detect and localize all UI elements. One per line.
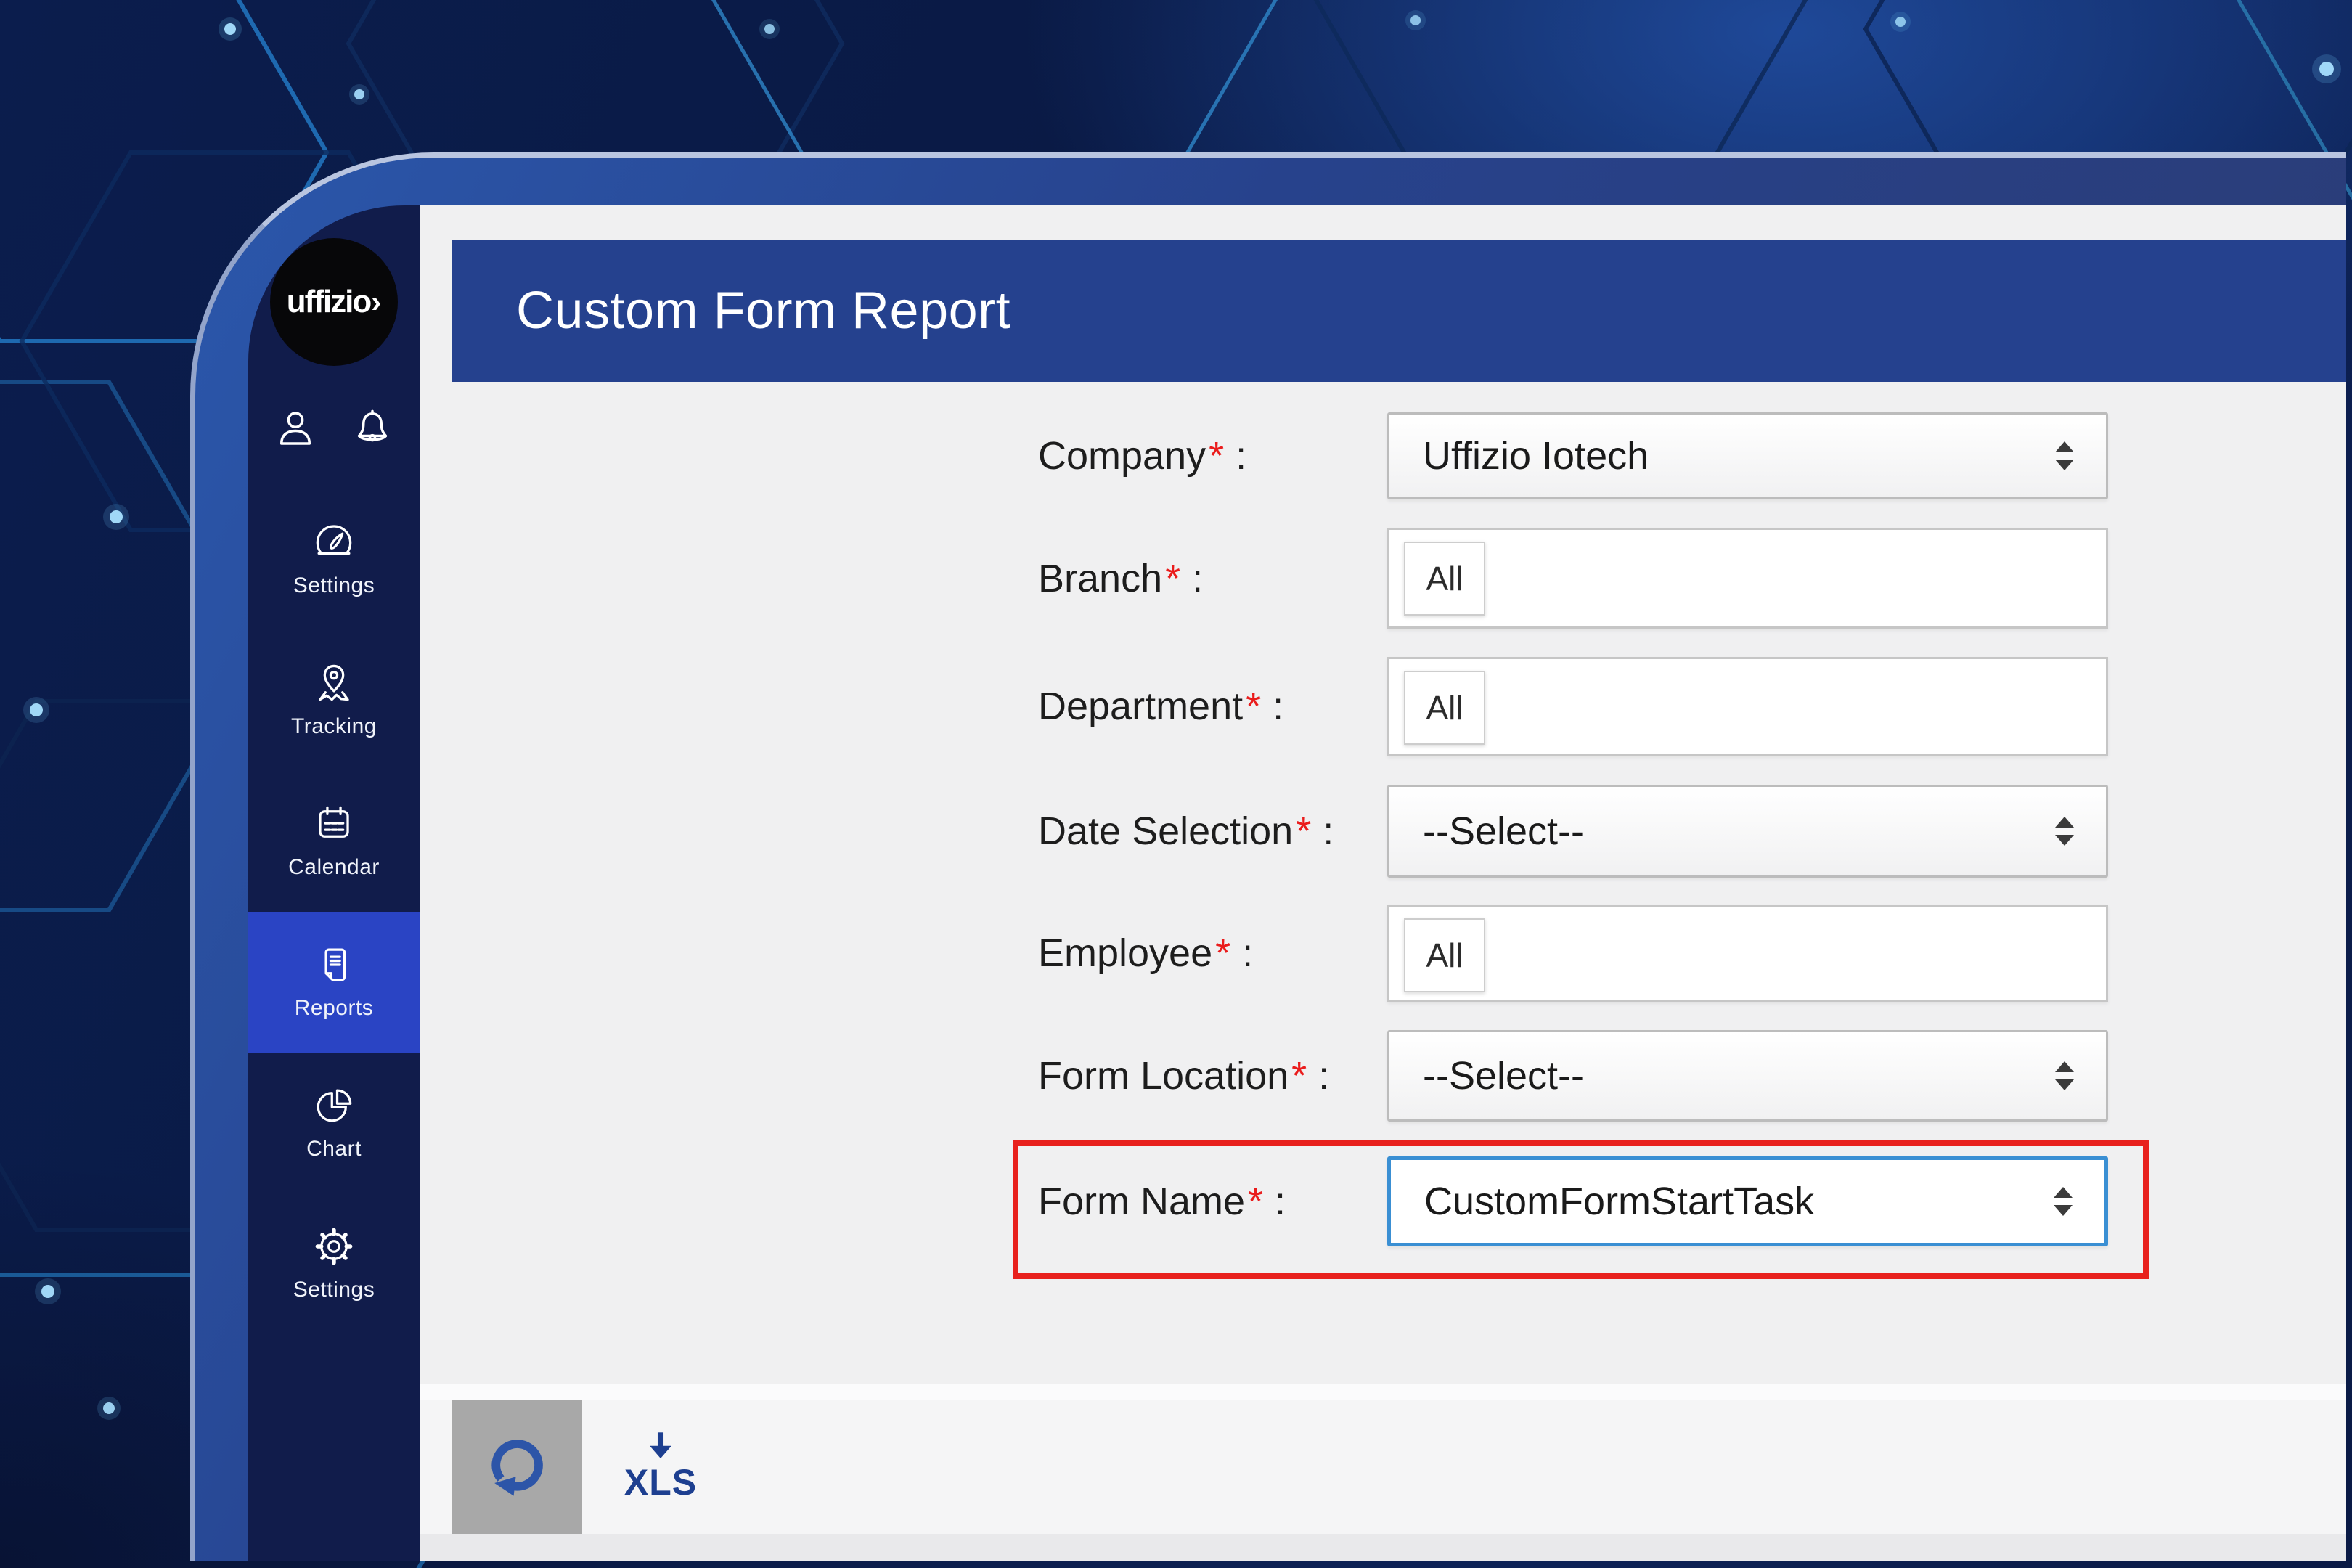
- employee-multiselect[interactable]: All: [1387, 905, 2108, 1002]
- required-asterisk: *: [1248, 1180, 1264, 1223]
- label-colon: :: [1275, 1180, 1286, 1223]
- xls-label: XLS: [624, 1461, 698, 1503]
- field-label: Form Location *:: [1038, 1030, 1329, 1122]
- bell-icon[interactable]: [352, 408, 393, 449]
- app-window: uffizio › Settings Tracking Calendar Rep…: [190, 152, 2346, 1561]
- toolbar-separator: [420, 1384, 2346, 1400]
- label-text: Branch: [1038, 556, 1163, 600]
- sidebar-item-tracking[interactable]: Tracking: [248, 630, 420, 771]
- form-row-branch: Branch *: All: [1038, 528, 2346, 629]
- form-row-employee: Employee *: All: [1038, 905, 2346, 1002]
- required-asterisk: *: [1246, 685, 1262, 728]
- select-spinner-icon: [2055, 817, 2074, 846]
- report-icon: [313, 944, 355, 986]
- label-colon: :: [1323, 809, 1334, 853]
- company-select[interactable]: Uffizio Iotech: [1387, 412, 2108, 499]
- sidebar-item-label: Tracking: [291, 714, 377, 738]
- field-label: Company *:: [1038, 412, 1246, 499]
- label-colon: :: [1192, 556, 1204, 600]
- download-icon: [650, 1432, 671, 1458]
- label-colon: :: [1242, 931, 1254, 975]
- required-asterisk: *: [1209, 434, 1225, 478]
- sidebar-top-icons: [275, 408, 393, 449]
- refresh-icon: [491, 1439, 543, 1496]
- sidebar-item-label: Calendar: [288, 855, 380, 879]
- form-location-select[interactable]: --Select--: [1387, 1030, 2108, 1122]
- selected-chip[interactable]: All: [1404, 542, 1485, 616]
- uffizio-logo: uffizio ›: [270, 238, 398, 366]
- field-label: Branch *:: [1038, 528, 1203, 629]
- sidebar: uffizio › Settings Tracking Calendar Rep…: [248, 205, 420, 1561]
- select-spinner-icon: [2055, 441, 2074, 470]
- gauge-icon: [313, 521, 355, 563]
- select-value: --Select--: [1423, 809, 1585, 853]
- required-asterisk: *: [1215, 931, 1231, 975]
- select-value: CustomFormStartTask: [1424, 1180, 1815, 1223]
- logo-text: uffizio: [286, 284, 372, 319]
- page-header: Custom Form Report: [452, 240, 2346, 382]
- required-asterisk: *: [1296, 809, 1312, 853]
- select-value: --Select--: [1423, 1054, 1585, 1098]
- select-spinner-icon: [2054, 1187, 2073, 1216]
- calendar-icon: [313, 803, 355, 845]
- sidebar-item-reports[interactable]: Reports: [248, 912, 420, 1053]
- selected-chip[interactable]: All: [1404, 918, 1485, 992]
- sidebar-item-settings-bottom[interactable]: Settings: [248, 1193, 420, 1334]
- form-row-form-location: Form Location *: --Select--: [1038, 1030, 2346, 1122]
- export-xls-button[interactable]: XLS: [582, 1400, 739, 1534]
- form-row-department: Department *: All: [1038, 657, 2346, 756]
- toolbar: XLS: [420, 1400, 2346, 1534]
- selected-chip[interactable]: All: [1404, 671, 1485, 745]
- select-value: Uffizio Iotech: [1423, 434, 1649, 478]
- page-title: Custom Form Report: [516, 282, 1011, 340]
- form-row-company: Company *: Uffizio Iotech: [1038, 412, 2346, 499]
- bottom-strip: [420, 1534, 2346, 1561]
- required-asterisk: *: [1291, 1054, 1307, 1098]
- chip-text: All: [1426, 560, 1463, 597]
- label-text: Date Selection: [1038, 809, 1294, 853]
- chip-text: All: [1426, 936, 1463, 974]
- sidebar-item-label: Chart: [306, 1137, 362, 1161]
- sidebar-item-label: Settings: [293, 573, 375, 597]
- gear-icon: [313, 1225, 355, 1267]
- date-selection-select[interactable]: --Select--: [1387, 785, 2108, 878]
- label-text: Company: [1038, 434, 1206, 478]
- sidebar-item-chart[interactable]: Chart: [248, 1053, 420, 1193]
- form-row-form-name: Form Name *: CustomFormStartTask: [1038, 1156, 2346, 1246]
- main-content: Custom Form Report Company *: Uffizio Iot…: [420, 205, 2346, 1561]
- refresh-button[interactable]: [452, 1400, 582, 1534]
- app-shell: uffizio › Settings Tracking Calendar Rep…: [248, 205, 2346, 1561]
- label-text: Form Name: [1038, 1180, 1246, 1223]
- user-icon[interactable]: [275, 408, 316, 449]
- field-label: Form Name *:: [1038, 1156, 1286, 1246]
- sidebar-item-calendar[interactable]: Calendar: [248, 771, 420, 912]
- label-text: Form Location: [1038, 1054, 1289, 1098]
- sidebar-item-settings[interactable]: Settings: [248, 489, 420, 630]
- required-asterisk: *: [1165, 556, 1181, 600]
- screenshot-root: { "background": { "base_color": "#0a1a45…: [0, 0, 2352, 1568]
- branch-multiselect[interactable]: All: [1387, 528, 2108, 629]
- sidebar-nav: Settings Tracking Calendar Reports Chart…: [248, 489, 420, 1334]
- form-name-select[interactable]: CustomFormStartTask: [1387, 1156, 2108, 1246]
- sidebar-item-label: Reports: [294, 996, 374, 1020]
- select-spinner-icon: [2055, 1061, 2074, 1090]
- logo-arrow-icon: ›: [371, 285, 382, 319]
- field-label: Department *:: [1038, 657, 1283, 756]
- department-multiselect[interactable]: All: [1387, 657, 2108, 756]
- form-row-date-selection: Date Selection *: --Select--: [1038, 785, 2346, 878]
- sidebar-item-label: Settings: [293, 1278, 375, 1302]
- label-colon: :: [1236, 434, 1247, 478]
- label-colon: :: [1318, 1054, 1330, 1098]
- map-pin-icon: [313, 662, 355, 704]
- field-label: Employee *:: [1038, 905, 1253, 1002]
- label-text: Department: [1038, 685, 1244, 728]
- pie-chart-icon: [313, 1085, 355, 1127]
- chip-text: All: [1426, 689, 1463, 727]
- field-label: Date Selection *:: [1038, 785, 1334, 878]
- label-text: Employee: [1038, 931, 1213, 975]
- label-colon: :: [1273, 685, 1284, 728]
